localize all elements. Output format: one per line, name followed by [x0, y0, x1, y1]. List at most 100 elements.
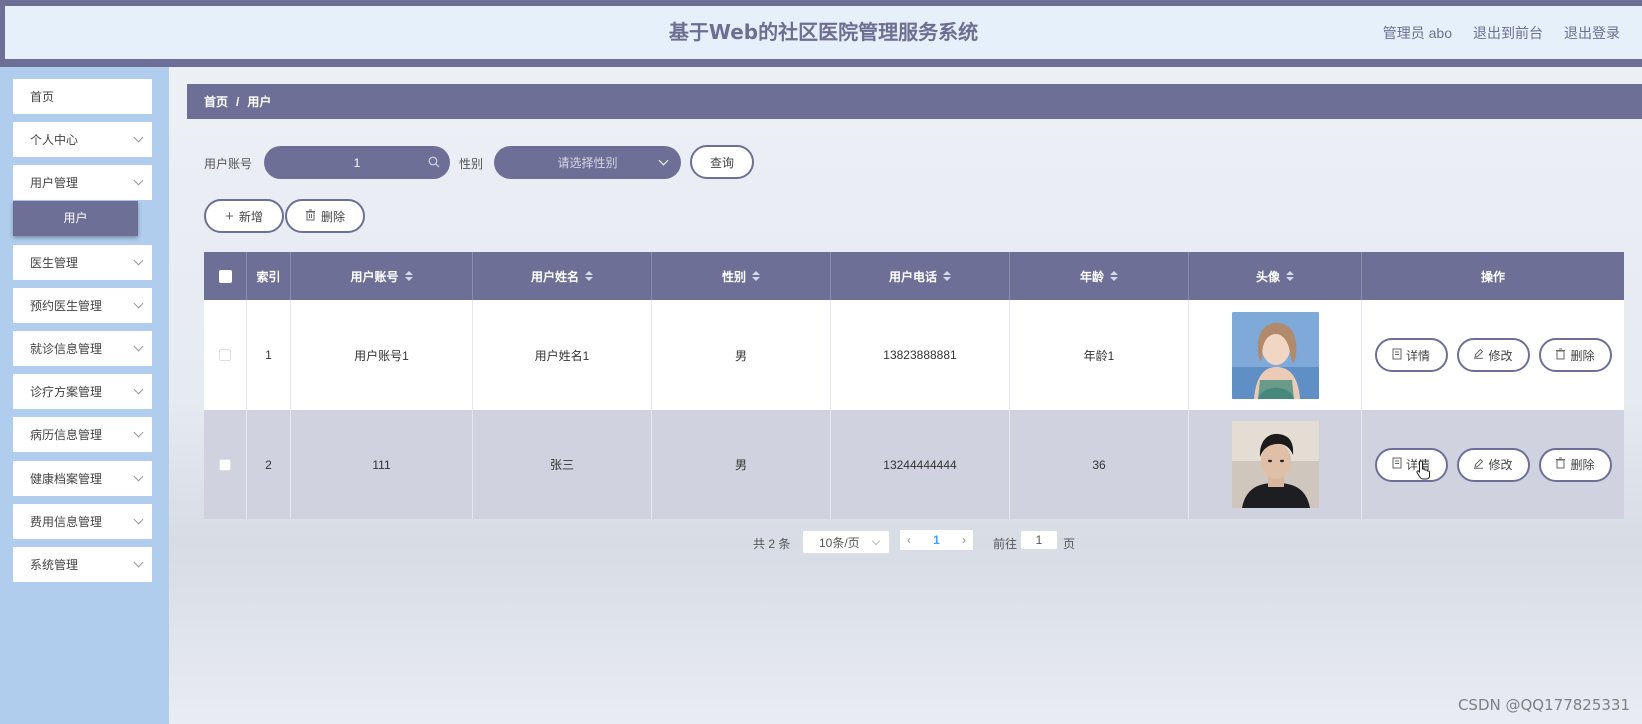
top-bar: 基于Web的社区医院管理服务系统 管理员 abo 退出到前台 退出登录 — [0, 0, 1642, 67]
sidebar-item-label: 费用信息管理 — [30, 515, 103, 529]
batch-delete-button[interactable]: 删除 — [285, 199, 365, 233]
column-header-phone[interactable]: 用户电话 — [831, 252, 1010, 300]
cell-actions: 详情 修改 删除 — [1362, 300, 1624, 410]
column-header-label: 用户账号 — [350, 269, 399, 284]
column-header-age[interactable]: 年龄 — [1010, 252, 1189, 300]
account-label: 用户账号 — [204, 157, 253, 171]
breadcrumb-separator: / — [236, 94, 240, 109]
gender-select[interactable]: 请选择性别 — [494, 146, 681, 179]
avatar[interactable] — [1231, 421, 1319, 508]
sidebar-item-visit-management[interactable]: 就诊信息管理 — [13, 331, 152, 366]
sidebar-item-label: 健康档案管理 — [30, 472, 103, 486]
add-button-label: 新增 — [238, 209, 263, 224]
column-header-account[interactable]: 用户账号 — [291, 252, 473, 300]
row-checkbox[interactable] — [219, 349, 231, 361]
chevron-down-icon — [658, 155, 669, 166]
pagination: 共 2 条 10条/页 ‹ 1 › 前往 1 页 — [0, 530, 1642, 554]
delete-button[interactable]: 删除 — [1538, 447, 1612, 482]
chevron-down-icon — [133, 298, 144, 309]
to-front-link[interactable]: 退出到前台 — [1473, 23, 1543, 43]
detail-button-label: 详情 — [1405, 348, 1430, 363]
avatar[interactable] — [1231, 311, 1319, 399]
cell-phone: 13244444444 — [831, 410, 1010, 519]
trash-icon — [1555, 348, 1566, 363]
cell-avatar — [1189, 410, 1362, 519]
page-size-select[interactable]: 10条/页 — [802, 530, 890, 554]
add-button[interactable]: + 新增 — [204, 199, 284, 233]
delete-button[interactable]: 删除 — [1538, 338, 1612, 372]
edit-button[interactable]: 修改 — [1456, 338, 1530, 372]
row-select-cell — [204, 300, 247, 410]
sort-icon[interactable] — [943, 271, 951, 281]
logout-link[interactable]: 退出登录 — [1564, 23, 1620, 43]
cell-name: 用户姓名1 — [473, 300, 652, 410]
document-icon — [1392, 348, 1402, 363]
cell-gender: 男 — [652, 300, 831, 410]
delete-button-label: 删除 — [1570, 458, 1595, 472]
query-button-label: 查询 — [709, 155, 734, 170]
page-size-value: 10条/页 — [819, 535, 860, 550]
column-header-gender[interactable]: 性别 — [652, 252, 831, 300]
prev-page-icon[interactable]: ‹ — [907, 533, 911, 547]
detail-button[interactable]: 详情 — [1374, 338, 1448, 372]
column-header-label: 年龄 — [1079, 269, 1104, 284]
column-header-name[interactable]: 用户姓名 — [473, 252, 652, 300]
sidebar-item-doctor-management[interactable]: 医生管理 — [13, 245, 152, 280]
gender-label: 性别 — [459, 157, 484, 171]
sort-icon[interactable] — [585, 271, 593, 281]
goto-page-input[interactable]: 1 — [1020, 530, 1058, 550]
watermark: CSDN @QQ177825331 — [1457, 696, 1630, 714]
chevron-down-icon — [133, 341, 144, 352]
breadcrumb-home[interactable]: 首页 — [204, 93, 228, 110]
detail-button[interactable]: 详情 — [1374, 447, 1448, 482]
pencil-icon — [1473, 348, 1484, 362]
next-page-icon[interactable]: › — [962, 533, 966, 547]
admin-label: 管理员 abo — [1382, 24, 1452, 41]
cell-age: 36 — [1010, 410, 1189, 519]
sidebar-item-medical-record[interactable]: 病历信息管理 — [13, 417, 152, 452]
sidebar: 首页 个人中心 用户管理 用户 医生管理 预约医生管理 就诊信息管理 诊疗方案管… — [0, 67, 169, 724]
edit-button[interactable]: 修改 — [1456, 447, 1530, 482]
current-page[interactable]: 1 — [933, 533, 940, 547]
query-button[interactable]: 查询 — [690, 145, 754, 179]
sidebar-item-health-record[interactable]: 健康档案管理 — [13, 461, 152, 496]
sidebar-item-label: 病历信息管理 — [30, 428, 103, 442]
sidebar-subitem-users[interactable]: 用户 — [13, 201, 138, 236]
sidebar-item-label: 首页 — [30, 90, 55, 104]
chevron-down-icon — [133, 255, 144, 266]
gender-placeholder: 请选择性别 — [557, 156, 618, 170]
sort-icon[interactable] — [1286, 271, 1294, 281]
row-select-cell — [204, 410, 247, 519]
column-header-label: 头像 — [1255, 269, 1280, 284]
sidebar-item-label: 诊疗方案管理 — [30, 385, 103, 399]
document-icon — [1392, 457, 1402, 472]
chevron-down-icon — [133, 557, 144, 568]
sidebar-item-user-management[interactable]: 用户管理 — [13, 165, 152, 200]
sort-icon[interactable] — [404, 271, 413, 281]
account-search-input[interactable]: 1 — [264, 146, 450, 179]
user-table: 索引 用户账号 用户姓名 性别 用户电话 年龄 头像 操作 1 用户账号1 用户… — [204, 252, 1624, 519]
edit-button-label: 修改 — [1488, 458, 1513, 472]
row-checkbox[interactable] — [219, 458, 231, 471]
sidebar-item-appointment-management[interactable]: 预约医生管理 — [13, 288, 152, 323]
sort-icon[interactable] — [1110, 271, 1118, 281]
search-icon — [428, 156, 440, 168]
goto-label: 前往 — [993, 537, 1018, 551]
chevron-down-icon — [133, 384, 144, 395]
sort-icon[interactable] — [752, 271, 760, 281]
sidebar-item-treatment-plan[interactable]: 诊疗方案管理 — [13, 374, 152, 409]
cell-index: 2 — [247, 410, 291, 519]
hand-cursor-icon — [1416, 460, 1430, 480]
table-row: 2 111 张三 男 13244444444 36 详情 修改 删除 — [204, 410, 1624, 519]
column-header-avatar[interactable]: 头像 — [1189, 252, 1362, 300]
sidebar-item-personal-center[interactable]: 个人中心 — [13, 122, 152, 157]
chevron-down-icon — [133, 132, 144, 143]
cell-name: 张三 — [473, 410, 652, 519]
sidebar-item-label: 医生管理 — [30, 256, 79, 270]
chevron-down-icon — [871, 536, 881, 546]
cell-age: 年龄1 — [1010, 300, 1189, 410]
trash-icon — [305, 209, 316, 224]
sidebar-item-home[interactable]: 首页 — [13, 79, 152, 114]
plus-icon: + — [225, 207, 234, 225]
select-all-checkbox[interactable] — [218, 269, 232, 283]
